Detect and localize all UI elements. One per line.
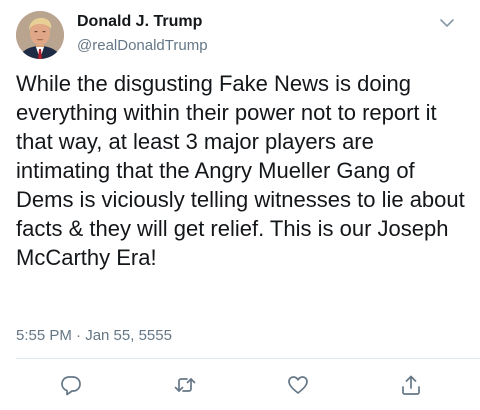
timestamp[interactable]: 5:55 PM · Jan 55, 5555 xyxy=(16,327,172,344)
share-button[interactable] xyxy=(400,374,422,396)
retweet-icon xyxy=(174,378,196,392)
chevron-down-icon[interactable] xyxy=(438,14,456,32)
profile-photo-icon xyxy=(16,11,64,59)
reply-icon xyxy=(61,376,81,396)
retweet-button[interactable] xyxy=(174,374,196,396)
like-button[interactable] xyxy=(287,374,309,396)
tweet-text: While the disgusting Fake News is doing … xyxy=(16,71,465,270)
avatar[interactable] xyxy=(16,11,64,59)
reply-button[interactable] xyxy=(60,374,82,396)
share-icon xyxy=(402,375,420,395)
tweet-card: Donald J. Trump @realDonaldTrump While t… xyxy=(0,0,480,410)
display-name[interactable]: Donald J. Trump xyxy=(77,13,202,31)
user-handle[interactable]: @realDonaldTrump xyxy=(77,37,208,54)
heart-icon xyxy=(288,376,308,394)
divider xyxy=(16,358,480,359)
